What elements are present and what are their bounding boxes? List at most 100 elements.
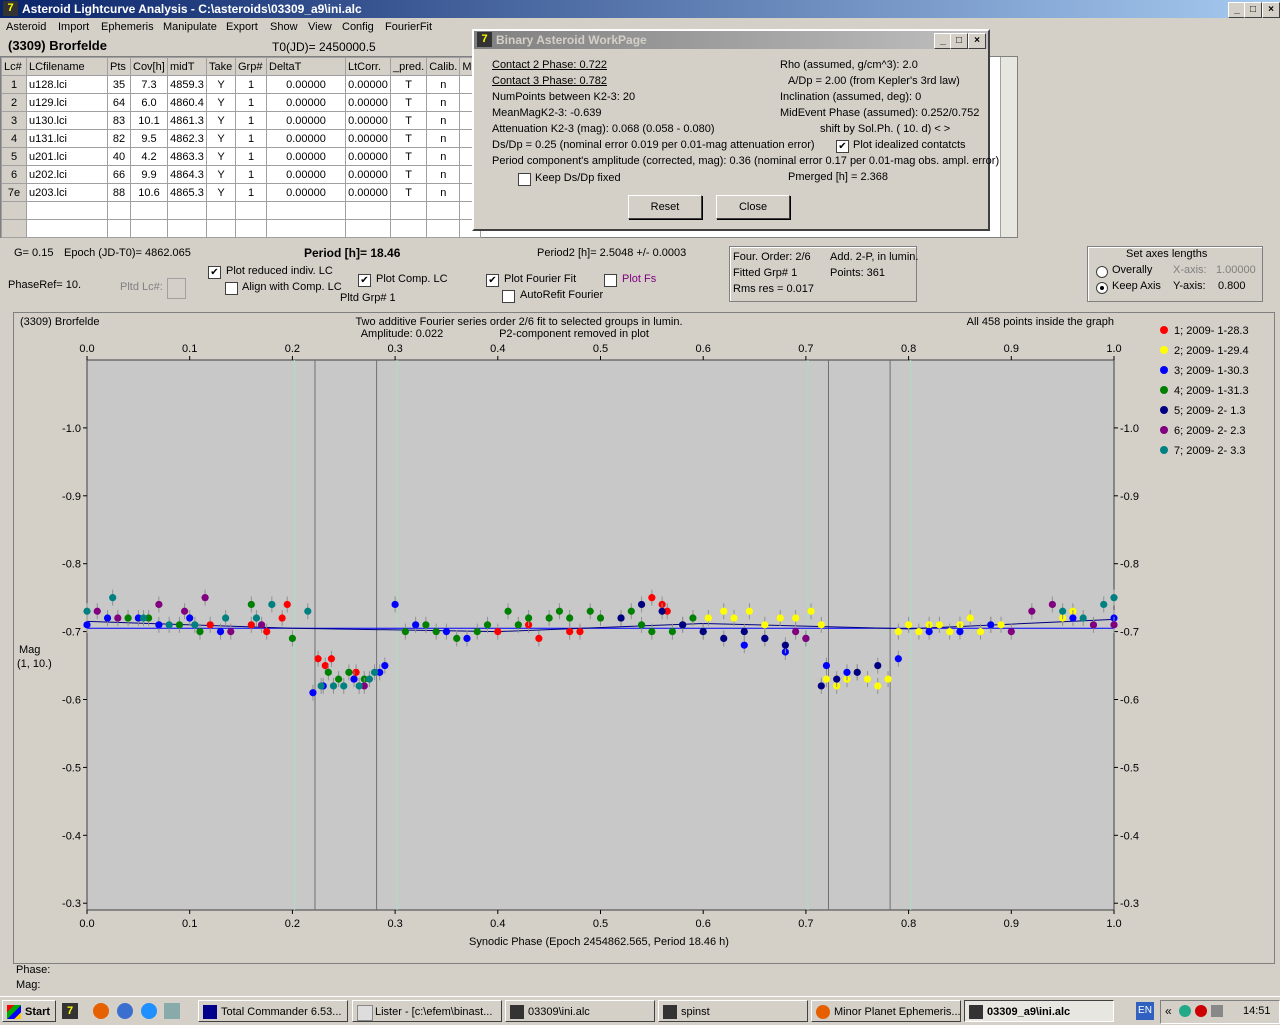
table-cell[interactable]: [26, 219, 108, 238]
table-row[interactable]: 6 u202.lci 66 9.9 4864.3 Y 1 0.00000 0.00000 Tn: [1, 165, 482, 184]
phaseref-label[interactable]: PhaseRef= 10.: [8, 279, 81, 291]
table-cell[interactable]: [206, 201, 236, 220]
menu-asteroid[interactable]: Asteroid: [6, 21, 46, 33]
table-cell[interactable]: 10.1: [130, 111, 168, 130]
table-cell[interactable]: 0.00000: [345, 165, 391, 184]
table-cell[interactable]: 4865.3: [167, 183, 207, 202]
table-cell[interactable]: u201.lci: [26, 147, 108, 166]
dialog-maximize-button[interactable]: □: [950, 33, 968, 49]
table-cell[interactable]: T: [389, 93, 428, 112]
keep-dsdp-checkbox[interactable]: [518, 173, 531, 186]
task-minor-planet[interactable]: Minor Planet Ephemeris...: [811, 1000, 961, 1022]
table-cell[interactable]: 0.00000: [345, 147, 391, 166]
table-cell[interactable]: 0.00000: [345, 183, 391, 202]
task-ini-alc[interactable]: 03309\ini.alc: [505, 1000, 655, 1022]
table-cell[interactable]: [1, 201, 27, 220]
table-cell[interactable]: T: [389, 183, 428, 202]
task-lister[interactable]: Lister - [c:\efem\binast...: [352, 1000, 502, 1022]
table-row[interactable]: 4 u131.lci 82 9.5 4862.3 Y 1 0.00000 0.00000 Tn: [1, 129, 482, 148]
plot-fs-checkbox[interactable]: [604, 274, 617, 287]
table-cell[interactable]: 0.00000: [345, 75, 391, 94]
table-cell[interactable]: 9.5: [130, 129, 168, 148]
table-cell[interactable]: [426, 201, 461, 220]
solph-shift-label[interactable]: shift by Sol.Ph. ( 10. d) < >: [820, 123, 950, 135]
table-cell[interactable]: 9.9: [130, 165, 168, 184]
table-cell[interactable]: 4861.3: [167, 111, 207, 130]
table-cell[interactable]: [235, 201, 267, 220]
table-cell[interactable]: 1: [235, 165, 267, 184]
tray-icon[interactable]: [1211, 1005, 1223, 1017]
start-button[interactable]: Start: [2, 1000, 56, 1022]
menu-export[interactable]: Export: [226, 21, 258, 33]
table-cell[interactable]: Y: [206, 147, 236, 166]
table-cell[interactable]: [107, 219, 131, 238]
table-cell[interactable]: [235, 219, 267, 238]
overally-radio[interactable]: [1096, 266, 1108, 278]
table-row[interactable]: 2 u129.lci 64 6.0 4860.4 Y 1 0.00000 0.00000 Tn: [1, 93, 482, 112]
table-cell[interactable]: 1: [235, 129, 267, 148]
table-cell[interactable]: [266, 219, 346, 238]
menu-fourierfit[interactable]: FourierFit: [385, 21, 432, 33]
table-cell[interactable]: n: [426, 111, 461, 130]
menu-config[interactable]: Config: [342, 21, 374, 33]
autorefit-checkbox[interactable]: [502, 290, 515, 303]
inclination-label[interactable]: Inclination (assumed, deg): 0: [780, 91, 921, 103]
tray-icon[interactable]: [1195, 1005, 1207, 1017]
midevent-label[interactable]: MidEvent Phase (assumed): 0.252/0.752: [780, 107, 979, 119]
table-cell[interactable]: 6.0: [130, 93, 168, 112]
table-cell[interactable]: u131.lci: [26, 129, 108, 148]
table-row-empty[interactable]: [1, 219, 482, 238]
table-row-empty[interactable]: [1, 201, 482, 220]
table-cell[interactable]: 0.00000: [266, 165, 346, 184]
yaxis-value[interactable]: 0.800: [1218, 280, 1246, 292]
plot-fourier-checkbox[interactable]: ✔: [486, 274, 499, 287]
table-cell[interactable]: Y: [206, 93, 236, 112]
table-cell[interactable]: u128.lci: [26, 75, 108, 94]
quicklaunch-icon[interactable]: [164, 1003, 180, 1019]
close-button[interactable]: ×: [1262, 2, 1280, 18]
table-cell[interactable]: 0.00000: [266, 129, 346, 148]
table-cell[interactable]: 1: [235, 111, 267, 130]
tray-expand-icon[interactable]: «: [1165, 1004, 1172, 1018]
col-header[interactable]: Pts: [107, 57, 131, 76]
keep-axis-radio[interactable]: [1096, 282, 1108, 294]
table-cell[interactable]: n: [426, 183, 461, 202]
table-cell[interactable]: [206, 219, 236, 238]
col-header[interactable]: Cov[h]: [130, 57, 168, 76]
table-cell[interactable]: 0.00000: [345, 111, 391, 130]
col-header[interactable]: _pred.: [389, 57, 428, 76]
row-number-cell[interactable]: 3: [1, 111, 27, 130]
table-cell[interactable]: 1: [235, 93, 267, 112]
alcdef-quicklaunch-icon[interactable]: 7: [62, 1003, 78, 1019]
col-header[interactable]: LtCorr.: [345, 57, 391, 76]
row-number-cell[interactable]: 1: [1, 75, 27, 94]
row-number-cell[interactable]: 6: [1, 165, 27, 184]
tray-icon[interactable]: [1179, 1005, 1191, 1017]
col-header[interactable]: Take: [206, 57, 236, 76]
row-number-cell[interactable]: 5: [1, 147, 27, 166]
table-cell[interactable]: u202.lci: [26, 165, 108, 184]
table-cell[interactable]: [345, 201, 391, 220]
table-cell[interactable]: 1: [235, 183, 267, 202]
table-cell[interactable]: 10.6: [130, 183, 168, 202]
table-cell[interactable]: [266, 201, 346, 220]
table-cell[interactable]: 66: [107, 165, 131, 184]
table-cell[interactable]: 7.3: [130, 75, 168, 94]
table-cell[interactable]: Y: [206, 165, 236, 184]
table-cell[interactable]: 0.00000: [266, 75, 346, 94]
table-row[interactable]: 7e u203.lci 88 10.6 4865.3 Y 1 0.00000 0.00000 Tn: [1, 183, 482, 202]
row-number-cell[interactable]: 4: [1, 129, 27, 148]
table-cell[interactable]: 1: [235, 147, 267, 166]
menu-import[interactable]: Import: [58, 21, 89, 33]
language-indicator[interactable]: EN: [1136, 1002, 1154, 1020]
col-header[interactable]: midT: [167, 57, 207, 76]
table-cell[interactable]: Y: [206, 111, 236, 130]
table-cell[interactable]: u130.lci: [26, 111, 108, 130]
table-cell[interactable]: Y: [206, 183, 236, 202]
table-cell[interactable]: [130, 201, 168, 220]
table-cell[interactable]: n: [426, 129, 461, 148]
table-cell[interactable]: 0.00000: [266, 93, 346, 112]
row-number-cell[interactable]: 7e: [1, 183, 27, 202]
row-number-cell[interactable]: 2: [1, 93, 27, 112]
period-label[interactable]: Period [h]= 18.46: [304, 246, 400, 260]
